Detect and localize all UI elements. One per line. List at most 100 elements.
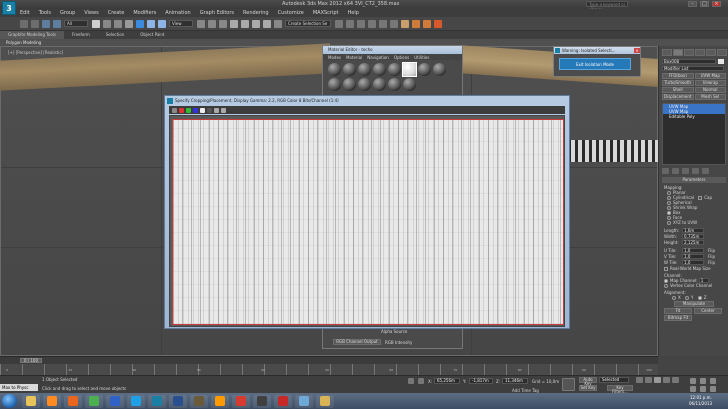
concrete-texture-image[interactable] xyxy=(172,119,564,325)
pan-icon[interactable] xyxy=(710,378,716,384)
material-slot[interactable] xyxy=(388,78,401,91)
curve-editor-icon[interactable] xyxy=(379,19,387,28)
length-field[interactable]: 1,6m xyxy=(682,228,704,233)
set-key-mode-icon[interactable] xyxy=(562,378,575,391)
edit-named-sets-icon[interactable] xyxy=(274,19,282,28)
align-z-radio[interactable] xyxy=(697,296,702,300)
play-icon[interactable] xyxy=(654,377,661,383)
tab-freeform[interactable]: Freeform xyxy=(64,31,98,39)
tab-object-paint[interactable]: Object Paint xyxy=(132,31,172,39)
real-world-checkbox[interactable] xyxy=(664,267,668,271)
render-production-icon[interactable] xyxy=(434,19,442,28)
named-selection-set-select[interactable]: Create Selection Se xyxy=(285,20,331,27)
motion-tab-icon[interactable] xyxy=(695,49,705,56)
taskbar-app-button[interactable] xyxy=(127,394,145,408)
material-slot[interactable] xyxy=(373,78,386,91)
material-slot[interactable] xyxy=(388,63,401,76)
key-filters-button[interactable]: Key Filters... xyxy=(607,385,633,394)
v-tile-field[interactable]: 1,0 xyxy=(682,254,704,259)
material-slot[interactable] xyxy=(343,78,356,91)
material-slot[interactable] xyxy=(373,63,386,76)
z-coord-field[interactable]: 11,346m xyxy=(502,378,528,384)
parameters-rollout-header[interactable]: Parameters xyxy=(662,177,726,183)
scale-icon[interactable] xyxy=(158,19,166,28)
blue-channel-icon[interactable] xyxy=(193,107,198,113)
crop-dialog-title[interactable]: Specify Cropping/Placement, Display Gamm… xyxy=(175,98,339,103)
maxscript-listener[interactable]: Max to Physc xyxy=(0,384,38,391)
key-mode-select[interactable]: Selected xyxy=(599,377,629,383)
menu-options[interactable]: Options xyxy=(394,55,409,60)
search-input[interactable]: Type a keyword or phrase xyxy=(586,1,628,12)
spinner-snap-icon[interactable] xyxy=(263,19,271,28)
alpha-channel-icon[interactable] xyxy=(207,107,212,113)
material-editor-title[interactable]: Material Editor - techo xyxy=(323,46,462,54)
w-flip-label[interactable]: Flip xyxy=(708,260,715,265)
create-tab-icon[interactable] xyxy=(662,49,672,56)
menu-group[interactable]: Group xyxy=(60,10,75,16)
mirror-icon[interactable] xyxy=(335,19,343,28)
save-bitmap-icon[interactable] xyxy=(172,107,177,113)
crop-image-area[interactable] xyxy=(169,115,565,327)
manipulate-icon[interactable] xyxy=(208,19,216,28)
menu-tools[interactable]: Tools xyxy=(39,10,51,16)
uvw-map-button[interactable]: UVW Map xyxy=(694,73,726,79)
make-unique-icon[interactable] xyxy=(682,168,689,174)
field-of-view-icon[interactable] xyxy=(700,386,706,392)
clock-date[interactable]: 06/11/2013 xyxy=(689,401,712,406)
menu-utilities[interactable]: Utilities xyxy=(414,55,429,60)
taskbar-app-button[interactable] xyxy=(22,394,40,408)
zoom-icon[interactable] xyxy=(690,378,696,384)
menu-navigation[interactable]: Navigation xyxy=(367,55,389,60)
center-button[interactable]: Center xyxy=(694,308,722,314)
y-coord-field[interactable]: -1,817m xyxy=(469,378,493,384)
fit-button[interactable]: Fit xyxy=(664,308,692,314)
dialog-close-icon[interactable]: × xyxy=(634,48,640,53)
u-tile-field[interactable]: 1,0 xyxy=(682,248,704,253)
zoom-all-icon[interactable] xyxy=(700,378,706,384)
go-to-start-icon[interactable] xyxy=(636,377,643,383)
x-coord-field[interactable]: 65,256m xyxy=(434,378,460,384)
menu-views[interactable]: Views xyxy=(84,10,98,16)
exit-isolation-mode-button[interactable]: Exit Isolation Mode xyxy=(559,58,631,70)
unlink-icon[interactable] xyxy=(53,19,61,28)
remove-modifier-icon[interactable] xyxy=(692,168,699,174)
taskbar-app-button[interactable] xyxy=(190,394,208,408)
material-slot[interactable] xyxy=(343,63,356,76)
width-field[interactable]: 0,735m xyxy=(682,234,704,239)
v-flip-label[interactable]: Flip xyxy=(708,254,715,259)
zoom-icon[interactable] xyxy=(221,107,226,113)
menu-material[interactable]: Material xyxy=(346,55,362,60)
monochrome-icon[interactable] xyxy=(200,107,205,113)
taskbar-app-button[interactable] xyxy=(316,394,334,408)
manipulate-button[interactable]: Manipulate xyxy=(674,301,714,307)
taskbar-app-button[interactable] xyxy=(232,394,250,408)
object-color-swatch[interactable] xyxy=(718,59,724,64)
render-setup-icon[interactable] xyxy=(412,19,420,28)
bitmap-fit-button[interactable]: Bitmap Fit xyxy=(664,315,692,321)
displacement-button[interactable]: Displacement xyxy=(662,94,694,100)
taskbar-app-button[interactable] xyxy=(274,394,292,408)
orbit-icon[interactable] xyxy=(690,386,696,392)
auto-key-button[interactable]: Auto Key xyxy=(579,377,597,386)
app-logo[interactable]: 3 xyxy=(2,1,16,15)
taskbar-app-button[interactable] xyxy=(85,394,103,408)
mesh-select-button[interactable]: Mesh Sel xyxy=(694,94,726,100)
taskbar-app-button[interactable] xyxy=(64,394,82,408)
taskbar-app-button[interactable] xyxy=(43,394,61,408)
move-icon[interactable] xyxy=(136,19,144,28)
redo-icon[interactable] xyxy=(31,19,39,28)
next-frame-icon[interactable] xyxy=(663,377,670,383)
material-slot[interactable] xyxy=(433,63,446,76)
rotate-icon[interactable] xyxy=(147,19,155,28)
angle-snap-icon[interactable] xyxy=(241,19,249,28)
red-channel-icon[interactable] xyxy=(179,107,184,113)
set-key-button[interactable]: Set Key xyxy=(579,385,597,391)
object-name-field[interactable]: Box008 xyxy=(662,59,716,64)
modifier-list-dropdown[interactable]: Modifier List xyxy=(662,66,724,71)
ffd-box-button[interactable]: FFD(box) xyxy=(662,73,694,79)
time-slider-thumb[interactable]: 0 / 100 xyxy=(20,358,42,363)
minimize-button[interactable]: – xyxy=(688,1,697,7)
previous-frame-icon[interactable] xyxy=(645,377,652,383)
align-y-radio[interactable] xyxy=(685,296,690,300)
menu-customize[interactable]: Customize xyxy=(278,10,304,16)
